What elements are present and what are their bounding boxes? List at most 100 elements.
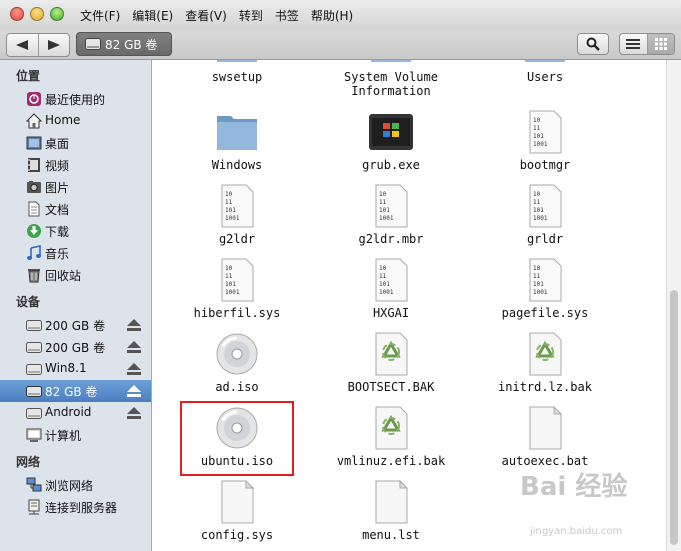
path-button[interactable]: 82 GB 卷 <box>76 32 172 56</box>
sidebar-item-browse-network[interactable]: 浏览网络 <box>0 474 151 496</box>
menu-edit[interactable]: 编辑(E) <box>132 7 173 24</box>
sidebar-item-pictures[interactable]: 图片 <box>0 176 151 198</box>
file-item-bootmgr[interactable]: 10 11 101 1001 bootmgr <box>475 110 615 180</box>
file-item-vmlinuz-bak[interactable]: vmlinuz.efi.bak <box>321 406 461 476</box>
menu-go[interactable]: 转到 <box>239 7 263 24</box>
menu-help[interactable]: 帮助(H) <box>311 7 353 24</box>
sidebar-item-label: 计算机 <box>45 429 82 443</box>
watermark-brand: Bai 经验 <box>520 472 628 502</box>
drive-icon <box>85 38 101 50</box>
path-label: 82 GB 卷 <box>105 37 158 52</box>
sidebar-item-label: 图片 <box>45 181 70 195</box>
magnifier-icon <box>586 37 600 51</box>
file-item-grub-exe[interactable]: grub.exe <box>321 110 461 180</box>
search-button[interactable] <box>577 33 609 55</box>
eject-icon[interactable] <box>127 341 141 353</box>
forward-button[interactable] <box>37 34 70 56</box>
menu-bar: 文件(F) 编辑(E) 查看(V) 转到 书签 帮助(H) <box>80 7 365 24</box>
desktop-icon <box>26 136 42 150</box>
svg-text:10: 10 <box>379 191 387 198</box>
backup-file-icon <box>529 332 562 376</box>
maximize-window-button[interactable] <box>50 7 64 21</box>
trash-icon <box>28 269 40 283</box>
sidebar-item-downloads[interactable]: 下载 <box>0 220 151 242</box>
file-item-grldr[interactable]: 10 11 101 1001 grldr <box>475 184 615 254</box>
sidebar-item-computer[interactable]: 计算机 <box>0 424 151 446</box>
svg-text:1001: 1001 <box>533 215 548 222</box>
sidebar-item-home[interactable]: Home <box>0 110 151 132</box>
file-item-pagefile[interactable]: 10 11 101 1001 pagefile.sys <box>475 258 615 328</box>
sidebar-item-drive-win81[interactable]: Win8.1 <box>0 358 151 380</box>
svg-text:101: 101 <box>379 207 390 214</box>
sidebar-item-label: 音乐 <box>45 247 70 261</box>
svg-text:1001: 1001 <box>225 215 240 222</box>
icon-view-button[interactable] <box>646 34 674 54</box>
close-window-button[interactable] <box>10 7 24 21</box>
file-item-users[interactable]: Users <box>475 60 615 92</box>
sidebar-item-videos[interactable]: 视频 <box>0 154 151 176</box>
sidebar-item-trash[interactable]: 回收站 <box>0 264 151 286</box>
file-item-windows[interactable]: Windows <box>167 110 307 180</box>
sidebar-item-desktop[interactable]: 桌面 <box>0 132 151 154</box>
scrollbar-thumb[interactable] <box>670 290 678 545</box>
binary-file-icon: 10111011001 <box>529 110 562 154</box>
svg-text:1001: 1001 <box>533 141 548 148</box>
drive-icon <box>26 342 42 353</box>
svg-text:101: 101 <box>225 207 236 214</box>
menu-bookmarks[interactable]: 书签 <box>275 7 299 24</box>
file-item-hxgai[interactable]: 10 11 101 1001 HXGAI <box>321 258 461 328</box>
list-view-button[interactable] <box>620 34 647 54</box>
file-item-config-sys[interactable]: config.sys <box>167 480 307 550</box>
file-item-g2ldr[interactable]: 10 11 101 1001 g2ldr <box>167 184 307 254</box>
sidebar-item-label: 下载 <box>45 225 70 239</box>
svg-text:11: 11 <box>533 273 541 280</box>
drive-icon <box>26 320 42 331</box>
sidebar-item-documents[interactable]: 文档 <box>0 198 151 220</box>
back-button[interactable] <box>7 34 38 56</box>
annotation-highlight-box <box>180 401 294 476</box>
sidebar-item-drive-android[interactable]: Android <box>0 402 151 424</box>
file-label: g2ldr <box>218 232 256 246</box>
eject-icon[interactable] <box>127 319 141 331</box>
menu-view[interactable]: 查看(V) <box>185 7 227 24</box>
sidebar-item-label: 桌面 <box>45 137 70 151</box>
svg-text:101: 101 <box>533 281 544 288</box>
eject-icon[interactable] <box>127 363 141 375</box>
file-label: bootmgr <box>519 158 571 172</box>
drive-icon <box>26 386 42 397</box>
file-item-bootsect-bak[interactable]: BOOTSECT.BAK <box>321 332 461 402</box>
sidebar-item-music[interactable]: 音乐 <box>0 242 151 264</box>
backup-file-icon <box>375 406 408 450</box>
sidebar-item-label: 200 GB 卷 <box>45 341 106 355</box>
eject-icon[interactable] <box>127 407 141 419</box>
server-icon <box>28 499 40 515</box>
file-item-menu-lst[interactable]: menu.lst <box>321 480 461 550</box>
disc-image-icon <box>216 333 258 375</box>
file-item-initrd-bak[interactable]: initrd.lz.bak <box>475 332 615 402</box>
file-item-g2ldr-mbr[interactable]: 10 11 101 1001 g2ldr.mbr <box>321 184 461 254</box>
sidebar-item-drive-200gb-1[interactable]: 200 GB 卷 <box>0 314 151 336</box>
sidebar-item-recent[interactable]: 最近使用的 <box>0 88 151 110</box>
file-item-swsetup[interactable]: swsetup <box>167 60 307 92</box>
section-network: 网络 <box>16 455 41 469</box>
sidebar-item-label: 文档 <box>45 203 70 217</box>
file-item-hiberfil[interactable]: 10 11 101 1001 hiberfil.sys <box>167 258 307 328</box>
folder-icon <box>525 60 565 62</box>
file-item-system-volume[interactable]: System Volume Information <box>321 60 461 98</box>
drive-icon <box>26 364 42 375</box>
file-item-ad-iso[interactable]: ad.iso <box>167 332 307 402</box>
file-label: grub.exe <box>362 158 420 172</box>
eject-icon[interactable] <box>127 385 141 397</box>
vertical-scrollbar[interactable] <box>666 60 681 551</box>
sidebar-item-drive-82gb[interactable]: 82 GB 卷 <box>0 380 151 402</box>
file-label: initrd.lz.bak <box>498 380 592 394</box>
minimize-window-button[interactable] <box>30 7 44 21</box>
backup-file-icon <box>375 332 408 376</box>
sidebar-item-drive-200gb-2[interactable]: 200 GB 卷 <box>0 336 151 358</box>
sidebar-item-label: 连接到服务器 <box>45 501 118 515</box>
binary-file-icon: 10111011001 <box>221 184 254 228</box>
title-bar: 文件(F) 编辑(E) 查看(V) 转到 书签 帮助(H) <box>0 0 681 30</box>
sidebar-item-connect-server[interactable]: 连接到服务器 <box>0 496 151 518</box>
binary-file-icon: 10111011001 <box>529 184 562 228</box>
menu-file[interactable]: 文件(F) <box>80 7 120 24</box>
